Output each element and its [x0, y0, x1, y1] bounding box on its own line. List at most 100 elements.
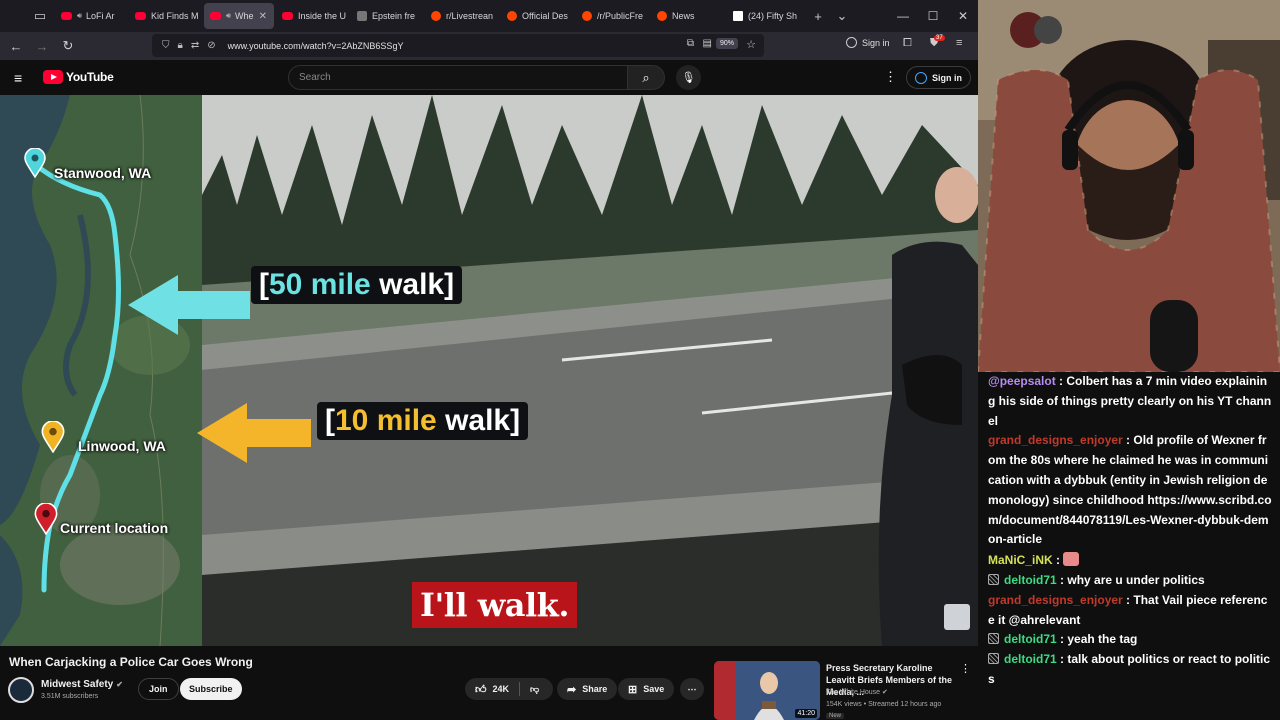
tab-favicon-icon	[61, 12, 72, 20]
browser-tab[interactable]: r/Livestrean	[425, 3, 499, 29]
current-location-label: Current location	[60, 520, 169, 536]
tab-favicon-icon	[431, 11, 441, 21]
navigation-bar: ← → ↻ ⛉ 🔒︎ ⇄ ⊘ www.youtube.com/watch?v=2…	[0, 32, 978, 60]
verified-icon: ✔	[882, 689, 888, 696]
current-location-pin-icon	[34, 503, 58, 535]
channel-watermark-icon[interactable]	[944, 604, 970, 630]
maximize-icon[interactable]: ☐	[918, 9, 948, 23]
minimize-icon[interactable]: —	[888, 9, 918, 23]
tab-label: LoFi Ar	[86, 11, 115, 21]
shield-icon[interactable]: ⛉	[162, 40, 170, 51]
youtube-signin-button[interactable]: Sign in	[906, 66, 971, 89]
back-icon[interactable]: ←	[3, 39, 29, 54]
forward-icon[interactable]: →	[29, 39, 55, 54]
search-button[interactable]: ⌕	[627, 65, 665, 90]
browser-tab[interactable]: 🔊︎ Whe ✕	[204, 3, 274, 29]
chat-username[interactable]: @peepsalot	[988, 374, 1056, 388]
account-signin-button[interactable]: Sign in	[846, 37, 890, 48]
zoom-level[interactable]: 90%	[715, 38, 738, 49]
browser-tab[interactable]: /r/PublicFre	[576, 3, 649, 29]
tab-favicon-icon	[282, 12, 293, 20]
account-signin-label: Sign in	[862, 37, 890, 48]
join-button[interactable]: Join	[138, 678, 179, 700]
tab-audio-icon[interactable]: 🔊︎	[77, 11, 82, 21]
video-player[interactable]: Stanwood, WA Linwood, WA Current locatio…	[0, 95, 978, 646]
like-icon[interactable]: 👍︎	[475, 683, 487, 696]
linwood-label: Linwood, WA	[78, 438, 166, 454]
media-playing-icon[interactable]: ⊘	[207, 40, 215, 51]
chat-username[interactable]: deltoid71	[1004, 573, 1057, 587]
chat-emote-icon	[1063, 552, 1080, 567]
tab-overview-icon[interactable]: ▭	[26, 0, 54, 32]
more-actions-icon[interactable]: ⋯	[680, 678, 704, 700]
subscribe-button[interactable]: Subscribe	[180, 678, 242, 700]
webcam-overlay	[978, 0, 1280, 372]
subscriber-count: 3.51M subscribers	[41, 693, 99, 700]
youtube-header: ≡ YouTube Search ⌕ 🎙︎ ⋮ Sign in	[0, 60, 978, 95]
recommended-thumbnail[interactable]: 41:20	[714, 661, 820, 720]
search-input[interactable]: Search	[288, 65, 628, 90]
like-count[interactable]: 24K	[493, 684, 510, 694]
lock-icon[interactable]: 🔒︎	[178, 40, 183, 51]
guide-menu-icon[interactable]: ≡	[14, 70, 22, 86]
chat-message: @peepsalot : Colbert has a 7 min video e…	[988, 374, 1272, 428]
tab-favicon-icon	[135, 12, 146, 20]
chat-username[interactable]: MaNiC_iNK	[988, 553, 1053, 567]
reload-icon[interactable]: ↻	[55, 38, 81, 54]
new-badge: New	[826, 713, 845, 719]
recommended-meta: 154K views • Streamed 12 hours ago	[826, 701, 942, 708]
browser-tab[interactable]: News	[651, 3, 725, 29]
chat-message: deltoid71 : why are u under politics	[988, 571, 1272, 591]
browser-tab[interactable]: Official Des	[501, 3, 574, 29]
live-chat: @peepsalot : Colbert has a 7 min video e…	[978, 372, 1280, 720]
route-map: Stanwood, WA Linwood, WA Current locatio…	[0, 95, 202, 646]
bodycam-footage	[202, 95, 978, 646]
video-subtitle: I'll walk.	[412, 582, 577, 628]
permissions-icon[interactable]: ⇄	[191, 40, 199, 51]
picture-in-picture-icon[interactable]: ⧉	[687, 38, 694, 49]
reader-view-icon[interactable]: ▤	[703, 38, 712, 49]
video-title: When Carjacking a Police Car Goes Wrong	[9, 655, 253, 669]
search-icon: ⌕	[642, 69, 650, 85]
browser-tab[interactable]: Inside the U	[276, 3, 349, 29]
save-button[interactable]: ⊞ Save	[618, 678, 675, 700]
tab-favicon-icon	[507, 11, 517, 21]
tab-close-icon[interactable]: ✕	[259, 11, 267, 22]
youtube-logo[interactable]: YouTube	[43, 70, 114, 84]
chat-username[interactable]: deltoid71	[1004, 632, 1057, 646]
bookmark-star-icon[interactable]: ☆	[746, 38, 756, 51]
youtube-play-icon	[43, 70, 63, 84]
walk-50-arrow-icon	[128, 275, 250, 335]
close-window-icon[interactable]: ✕	[948, 9, 978, 23]
browser-tab[interactable]: 🔊︎ LoFi Ar	[55, 3, 127, 29]
channel-avatar[interactable]	[8, 677, 34, 703]
tab-label: Kid Finds M	[151, 11, 199, 21]
chat-username[interactable]: deltoid71	[1004, 652, 1057, 666]
tab-label: Official Des	[522, 11, 568, 21]
menu-hamburger-icon[interactable]: ≡	[956, 37, 962, 49]
new-tab-icon[interactable]: +	[806, 0, 830, 32]
settings-more-icon[interactable]: ⋮	[884, 69, 897, 85]
chat-message: deltoid71 : talk about politics or react…	[988, 652, 1271, 686]
voice-search-button[interactable]: 🎙︎	[676, 65, 701, 90]
tab-label: Whe	[235, 11, 254, 21]
recommended-more-icon[interactable]: ⋮	[960, 662, 971, 675]
recommended-channel: The White House ✔	[826, 689, 888, 696]
chat-username[interactable]: grand_designs_enjoyer	[988, 593, 1123, 607]
tab-label: (24) Fifty Sh	[748, 11, 798, 21]
moderator-badge-icon	[988, 573, 999, 585]
browser-tab[interactable]: Epstein fre	[351, 3, 423, 29]
tab-list-icon[interactable]: ⌄	[830, 0, 854, 32]
extensions-icon[interactable]: ⧠	[903, 37, 912, 50]
channel-name[interactable]: Midwest Safety ✔	[41, 679, 123, 690]
walk-10-callout: [10 mile walk]	[317, 402, 529, 440]
chat-username[interactable]: grand_designs_enjoyer	[988, 433, 1123, 447]
browser-tab[interactable]: (24) Fifty Sh	[727, 3, 805, 29]
dislike-icon[interactable]: 👎︎	[530, 684, 539, 695]
url-text[interactable]: www.youtube.com/watch?v=2AbZNB6SSgY	[228, 41, 404, 51]
browser-tab[interactable]: Kid Finds M	[129, 3, 202, 29]
share-button[interactable]: ➦ Share	[557, 678, 618, 700]
verified-icon: ✔	[116, 680, 123, 689]
url-bar[interactable]: ⛉ 🔒︎ ⇄ ⊘ www.youtube.com/watch?v=2AbZNB6…	[152, 34, 764, 57]
tab-audio-icon[interactable]: 🔊︎	[226, 11, 231, 21]
